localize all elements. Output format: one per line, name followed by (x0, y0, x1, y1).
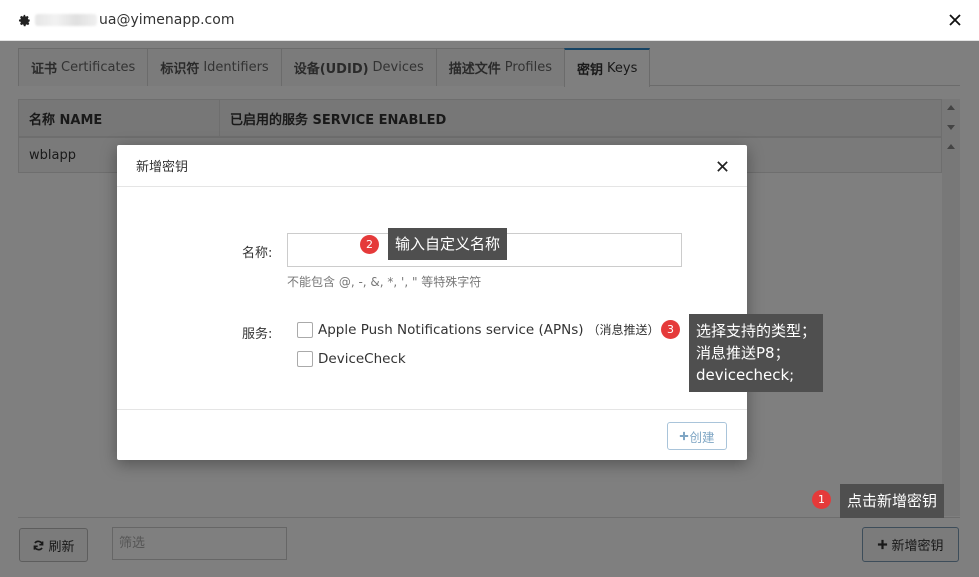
annotation-note-name: 输入自定义名称 (388, 228, 508, 260)
plus-icon (680, 431, 689, 441)
devicecheck-label: DeviceCheck (318, 351, 406, 367)
apns-checkbox[interactable] (297, 321, 313, 338)
service-option-apns[interactable]: Apple Push Notifications service (APNs) … (297, 321, 660, 338)
service-label: 服务: (242, 327, 273, 342)
service-option-devicecheck[interactable]: DeviceCheck (297, 351, 406, 367)
annotation-badge: 1 (812, 490, 831, 509)
redacted-text (35, 14, 97, 26)
name-label: 名称: (242, 246, 273, 261)
apns-label: Apple Push Notifications service (APNs) (318, 321, 584, 338)
annotation-note-services: 选择支持的类型； 消息推送P8； devicecheck; (689, 314, 824, 392)
annotation-badge: 3 (661, 320, 680, 339)
add-key-dialog: 新增密钥 名称: 不能包含 @, -, &, *, ', " 等特殊字符 服务:… (117, 145, 747, 460)
create-label: 创建 (689, 429, 715, 445)
dialog-header: 新增密钥 (117, 145, 747, 187)
create-button[interactable]: 创建 (667, 422, 727, 450)
account-email: ua@yimenapp.com (35, 12, 234, 28)
annotation-line: devicecheck; (696, 366, 795, 384)
window-close-icon[interactable] (945, 10, 965, 30)
window-titlebar: ua@yimenapp.com (0, 0, 979, 41)
dialog-close-icon[interactable] (713, 157, 731, 175)
gear-icon[interactable] (18, 14, 31, 27)
annotation-note-add: 点击新增密钥 (840, 484, 945, 518)
name-hint: 不能包含 @, -, &, *, ', " 等特殊字符 (287, 275, 482, 289)
annotation-line: 消息推送P8； (696, 344, 790, 362)
devicecheck-checkbox[interactable] (297, 351, 313, 367)
dialog-footer: 创建 (117, 409, 747, 460)
dialog-title: 新增密钥 (136, 160, 189, 175)
apns-note: （消息推送） (587, 323, 660, 337)
annotation-badge: 2 (360, 235, 379, 254)
annotation-line: 选择支持的类型； (696, 322, 817, 340)
